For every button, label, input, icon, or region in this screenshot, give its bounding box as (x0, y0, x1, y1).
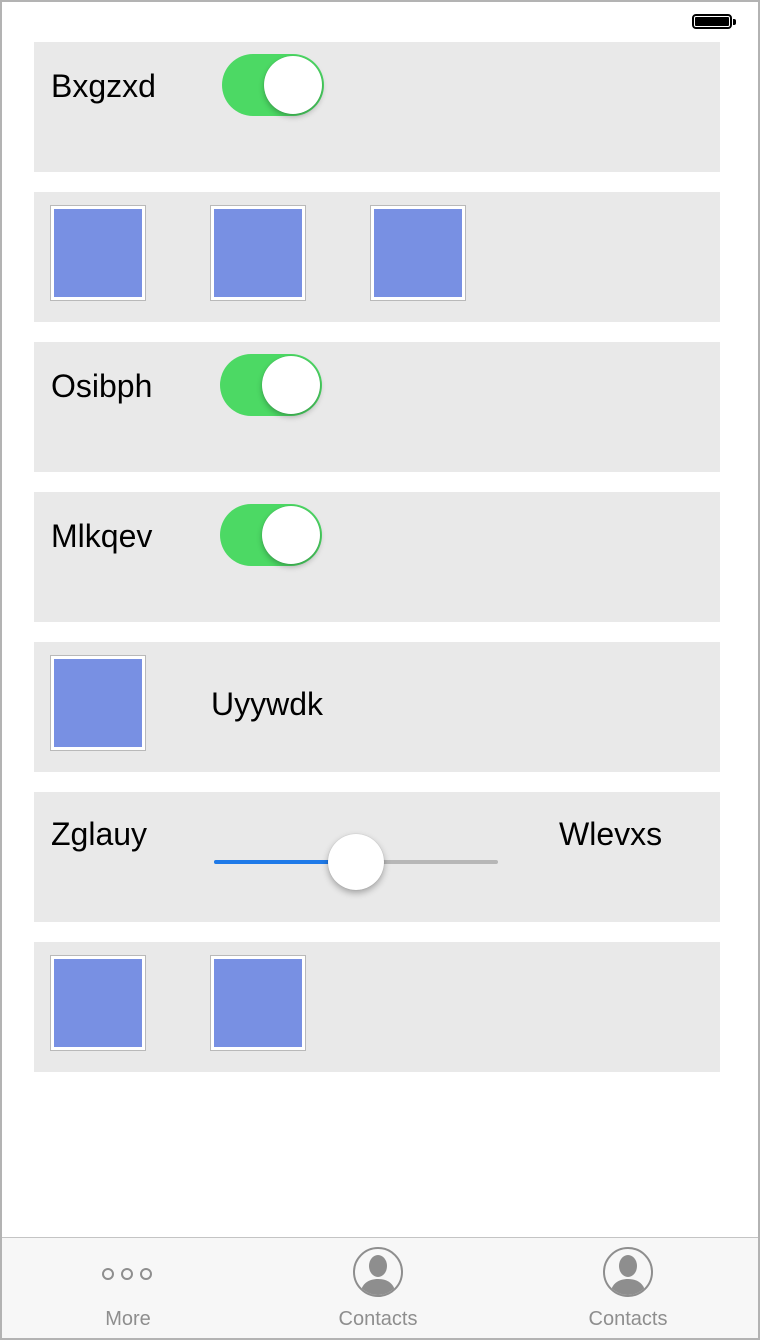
tab-more[interactable]: More (2, 1238, 254, 1338)
app-screen: Bxgzxd Osibph Mlkqev Uyywdk Zglauy Wlevx… (0, 0, 760, 1340)
battery-icon (692, 14, 736, 33)
image-tile[interactable] (50, 955, 146, 1051)
toggle-knob (264, 56, 322, 114)
image-tile[interactable] (210, 955, 306, 1051)
row-osibph: Osibph (34, 342, 720, 472)
toggle-switch[interactable] (220, 354, 322, 416)
row-tiles (34, 942, 720, 1072)
row-slider: Zglauy Wlevxs (34, 792, 720, 922)
slider-max-label: Wlevxs (559, 816, 663, 852)
image-tile[interactable] (210, 205, 306, 301)
image-tile[interactable] (50, 205, 146, 301)
toggle-switch[interactable] (222, 54, 324, 116)
toggle-knob (262, 506, 320, 564)
contacts-icon (353, 1247, 403, 1297)
tab-label: Contacts (588, 1308, 668, 1330)
row-label: Bxgzxd (51, 68, 156, 104)
toggle-switch[interactable] (220, 504, 322, 566)
slider-min-label: Zglauy (51, 816, 148, 852)
tab-label: More (105, 1308, 151, 1330)
row-label: Uyywdk (211, 686, 324, 722)
toggle-knob (262, 356, 320, 414)
row-tiles (34, 192, 720, 322)
contacts-icon (603, 1247, 653, 1297)
row-mlkqev: Mlkqev (34, 492, 720, 622)
tab-contacts[interactable]: Contacts (252, 1238, 504, 1338)
slider[interactable] (214, 832, 500, 892)
image-tile[interactable] (370, 205, 466, 301)
tab-bar: More Contacts Contacts (2, 1237, 758, 1338)
tab-contacts[interactable]: Contacts (502, 1238, 754, 1338)
row-uyywdk: Uyywdk (34, 642, 720, 772)
tab-label: Contacts (338, 1308, 418, 1330)
slider-thumb[interactable] (328, 834, 384, 890)
row-label: Mlkqev (51, 518, 153, 554)
row-bxgzxd: Bxgzxd (34, 42, 720, 172)
image-tile[interactable] (50, 655, 146, 751)
row-label: Osibph (51, 368, 153, 404)
more-icon (102, 1268, 152, 1280)
